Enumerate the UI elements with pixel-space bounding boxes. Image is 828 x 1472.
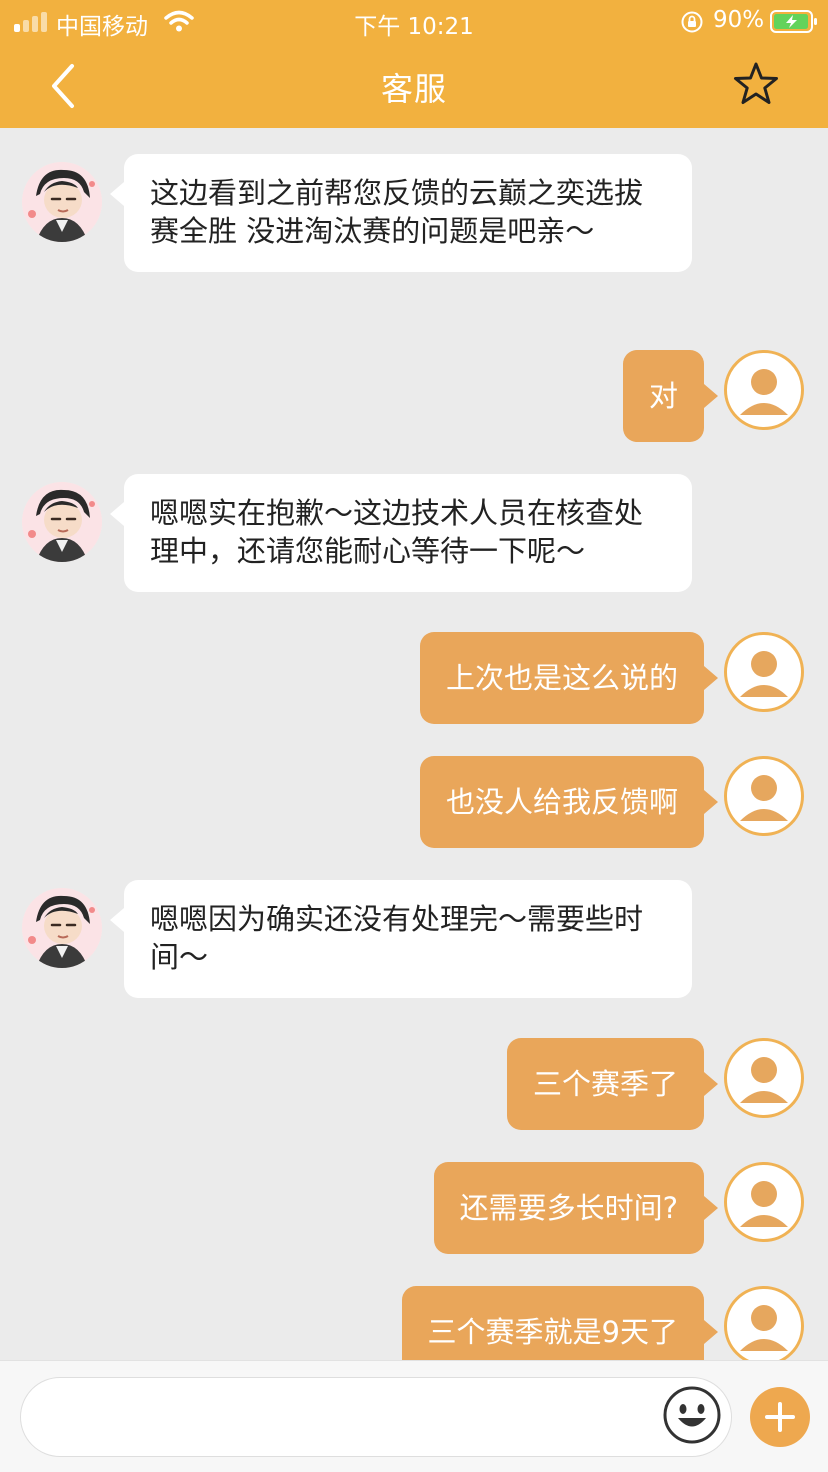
agent-avatar[interactable] — [22, 888, 102, 968]
user-avatar[interactable] — [724, 350, 804, 430]
input-bar — [0, 1360, 828, 1472]
user-avatar[interactable] — [724, 756, 804, 836]
add-button[interactable] — [750, 1387, 810, 1447]
message-input[interactable] — [20, 1377, 732, 1457]
message-bubble[interactable]: 也没人给我反馈啊 — [419, 756, 719, 848]
user-avatar[interactable] — [724, 632, 804, 712]
message-bubble[interactable]: 三个赛季了 — [506, 1038, 719, 1130]
agent-portrait-icon — [22, 888, 102, 968]
message-bubble[interactable]: 嗯嗯因为确实还没有处理完～需要些时间～ — [110, 880, 692, 998]
favorite-button[interactable] — [730, 60, 782, 110]
user-silhouette-icon — [740, 1181, 788, 1227]
user-silhouette-icon — [740, 369, 788, 415]
user-avatar[interactable] — [724, 1038, 804, 1118]
user-avatar[interactable] — [724, 1162, 804, 1242]
agent-portrait-icon — [22, 162, 102, 242]
message-bubble[interactable]: 对 — [622, 350, 719, 442]
star-outline-icon — [734, 62, 778, 104]
plus-icon — [765, 1402, 795, 1432]
emoji-icon — [663, 1386, 721, 1444]
nav-bar: 客服 — [0, 42, 828, 128]
rotation-lock-icon — [681, 11, 703, 33]
message-bubble[interactable]: 这边看到之前帮您反馈的云巅之奕选拔赛全胜 没进淘汰赛的问题是吧亲～ — [110, 154, 692, 272]
emoji-button[interactable] — [662, 1385, 722, 1445]
page-title: 客服 — [380, 70, 447, 108]
message-bubble[interactable]: 三个赛季就是9天了 — [401, 1286, 719, 1360]
agent-avatar[interactable] — [22, 162, 102, 242]
status-bar: 中国移动 下午 10:21 90% — [0, 0, 828, 42]
agent-portrait-icon — [22, 482, 102, 562]
chat-thread[interactable]: 这边看到之前帮您反馈的云巅之奕选拔赛全胜 没进淘汰赛的问题是吧亲～ 对 嗯嗯实在… — [0, 128, 828, 1360]
user-avatar[interactable] — [724, 1286, 804, 1360]
agent-avatar[interactable] — [22, 482, 102, 562]
user-silhouette-icon — [740, 775, 788, 821]
battery-icon — [770, 10, 817, 33]
user-silhouette-icon — [740, 1305, 788, 1351]
user-silhouette-icon — [740, 651, 788, 697]
header: 中国移动 下午 10:21 90% 客服 — [0, 0, 828, 128]
user-silhouette-icon — [740, 1057, 788, 1103]
message-bubble[interactable]: 还需要多长时间? — [433, 1162, 719, 1254]
battery-percentage: 90% — [713, 7, 765, 33]
message-bubble[interactable]: 嗯嗯实在抱歉～这边技术人员在核查处理中，还请您能耐心等待一下呢～ — [110, 474, 692, 592]
message-bubble[interactable]: 上次也是这么说的 — [419, 632, 719, 724]
